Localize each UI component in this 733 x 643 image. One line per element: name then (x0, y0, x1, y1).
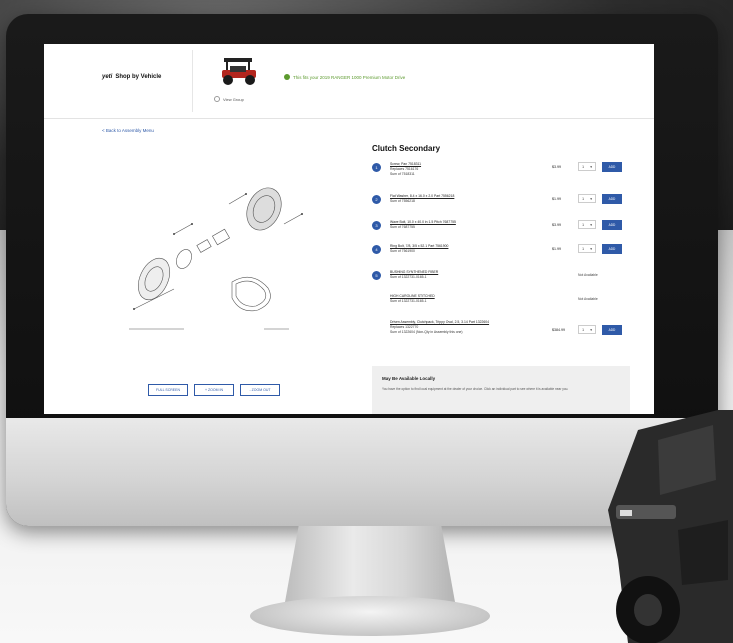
back-link[interactable]: < Back to Assembly Menu (102, 128, 154, 133)
chevron-down-icon: ▾ (590, 196, 592, 201)
full-screen-button[interactable]: FULL SCREEN (148, 384, 188, 396)
part-price: $1.99 (552, 197, 561, 201)
quantity-select[interactable]: 1 ▾ (578, 162, 596, 171)
part-sub: Sum of 7561900 (390, 249, 415, 253)
quantity-select[interactable]: 1 ▾ (578, 244, 596, 253)
monitor-stand-foot (250, 596, 490, 636)
zoom-in-button[interactable]: + ZOOM IN (194, 384, 234, 396)
fitment-message: This fits your 2019 RANGER 1000 Premium … (284, 74, 405, 80)
local-availability-panel: May Be Available Locally You have the op… (372, 366, 630, 414)
section-title: Clutch Secondary (372, 144, 441, 153)
part-desc: Screw, Pan 7518311 Replaces 7516176 Sum … (390, 162, 510, 177)
add-to-cart-button[interactable]: ADD (602, 244, 622, 254)
brand-logo: yeti (102, 74, 113, 80)
radio-icon (214, 96, 220, 102)
quantity-select[interactable]: 1 ▾ (578, 220, 596, 229)
vehicle-thumbnail[interactable] (216, 54, 262, 88)
view-group-label: View Group (223, 96, 244, 102)
add-to-cart-button[interactable]: ADD (602, 325, 622, 335)
browser-screen: yeti Shop by Vehicle View Group This fits… (44, 44, 654, 414)
check-circle-icon (284, 74, 290, 80)
diagram-controls: FULL SCREEN + ZOOM IN - ZOOM OUT (148, 384, 280, 396)
part-sub: Sum of 7556218 (390, 199, 415, 203)
page-title: Shop by Vehicle (115, 74, 162, 80)
fitment-text: This fits your 2019 RANGER 1000 Premium … (293, 74, 406, 80)
qty-value: 1 (582, 246, 584, 251)
part-sub: Sum of 1322731-0165-1 (390, 299, 427, 303)
qty-value: 1 (582, 196, 584, 201)
part-price: $1.99 (552, 247, 561, 251)
view-group-toggle[interactable]: View Group (214, 96, 244, 102)
qty-value: 1 (582, 164, 584, 169)
part-price: $384.99 (552, 328, 565, 332)
part-price: $3.99 (552, 165, 561, 169)
part-sub: Sum of 7687755 (390, 225, 415, 229)
exploded-diagram[interactable] (114, 164, 314, 334)
part-desc: Driven Assembly, Clutchpack, Trippy Oval… (390, 320, 510, 335)
part-callout: 1 (372, 163, 381, 172)
part-price: $3.99 (552, 223, 561, 227)
chevron-down-icon: ▾ (590, 222, 592, 227)
part-desc: Flat Washer, 8.4 x 16.0 x 2.0 Part 75562… (390, 194, 510, 204)
add-to-cart-button[interactable]: ADD (602, 162, 622, 172)
part-sub: Sum of 1322731-0165-1 (390, 275, 427, 279)
part-callout: 2 (372, 195, 381, 204)
monitor-stand (285, 526, 455, 602)
header-divider (192, 50, 193, 112)
not-available-label: Not Available (578, 297, 598, 301)
quantity-select[interactable]: 1 ▾ (578, 194, 596, 203)
site-header: yeti Shop by Vehicle View Group This fits… (44, 44, 654, 119)
chevron-down-icon: ▾ (590, 246, 592, 251)
chevron-down-icon: ▾ (590, 164, 592, 169)
part-desc: BUSHING SYNTHENED FIBER Sum of 1322731-0… (390, 270, 510, 280)
utv-vehicle-image (608, 410, 733, 643)
not-available-label: Not Available (578, 273, 598, 277)
site-logo[interactable]: yeti Shop by Vehicle (102, 74, 161, 80)
qty-value: 1 (582, 327, 584, 332)
zoom-out-button[interactable]: - ZOOM OUT (240, 384, 280, 396)
quantity-select[interactable]: 1 ▾ (578, 325, 596, 334)
local-description: You have the option to find local equipm… (382, 387, 569, 391)
local-title: May Be Available Locally (382, 376, 436, 381)
part-desc: HIGH CAROLINE STITCHED Sum of 1322731-01… (390, 294, 510, 304)
part-desc: Wave Bolt, 10.0 x 40.0 in 1.5 Pitch 7687… (390, 220, 510, 230)
part-sub: Sum of 7518311 (390, 172, 415, 176)
part-callout: 4 (372, 245, 381, 254)
add-to-cart-button[interactable]: ADD (602, 194, 622, 204)
part-callout: 3 (372, 221, 381, 230)
part-desc: Ring Bolt, 7/8, 3/5 x 52.1 Part 7561900 … (390, 244, 510, 254)
qty-value: 1 (582, 222, 584, 227)
chevron-down-icon: ▾ (590, 327, 592, 332)
part-sub: Sum of 1322604 (Non-Qty in Assembly this… (390, 330, 463, 334)
part-callout: 5 (372, 271, 381, 280)
add-to-cart-button[interactable]: ADD (602, 220, 622, 230)
